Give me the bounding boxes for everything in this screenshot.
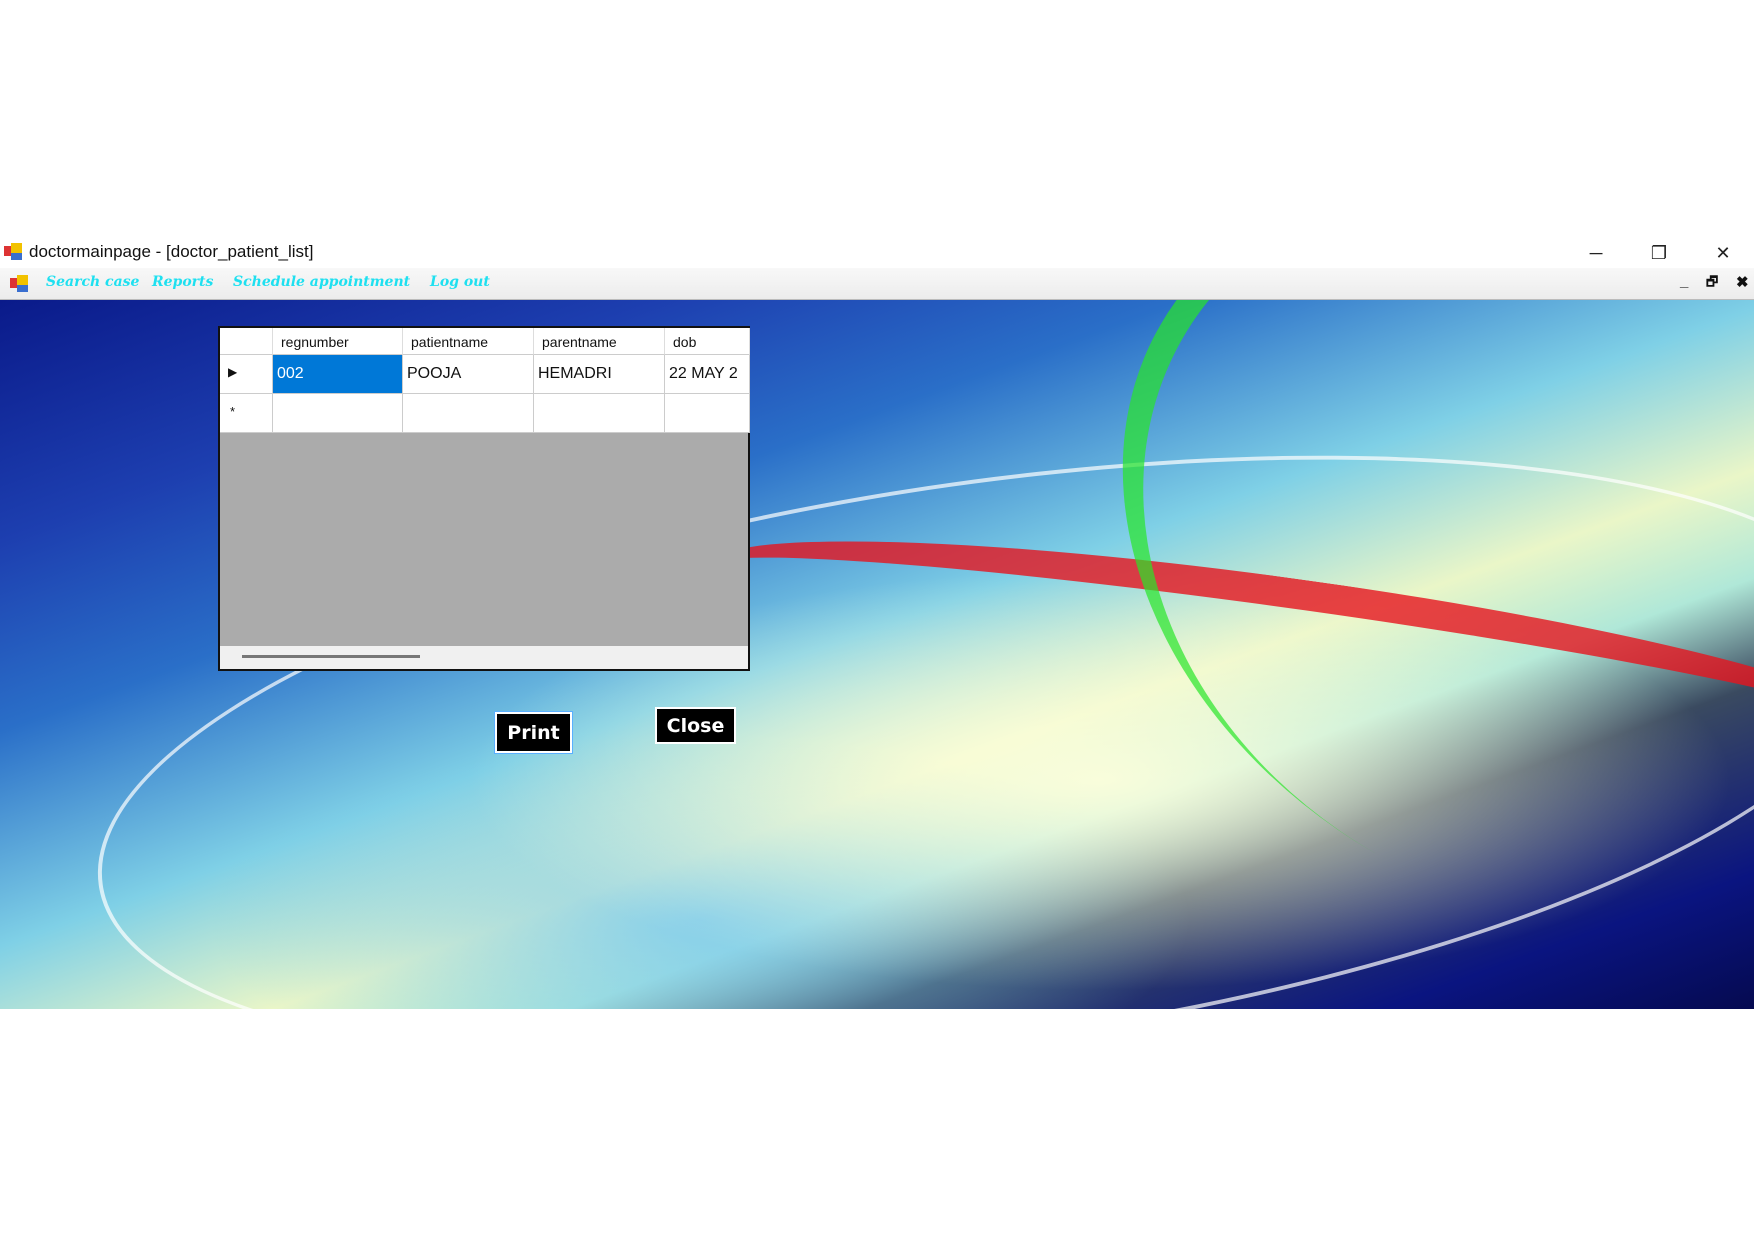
- menu-reports[interactable]: Reports: [152, 274, 213, 290]
- window-title: doctormainpage - [doctor_patient_list]: [29, 242, 314, 261]
- column-header-patientname[interactable]: patientname: [403, 328, 534, 355]
- minimize-icon[interactable]: ─: [1571, 238, 1621, 268]
- scrollbar-thumb[interactable]: [242, 655, 420, 658]
- new-row-cell[interactable]: [273, 394, 403, 433]
- column-header-dob[interactable]: dob: [665, 328, 750, 355]
- restore-icon[interactable]: ❐: [1634, 238, 1684, 268]
- app-icon: [4, 243, 22, 261]
- mdi-close-icon[interactable]: ✖: [1736, 273, 1749, 291]
- patient-grid[interactable]: regnumber patientname parentname dob ▶ 0…: [218, 326, 750, 671]
- current-row-icon[interactable]: ▶: [220, 355, 273, 394]
- close-button[interactable]: Close: [655, 707, 736, 744]
- column-header-regnumber[interactable]: regnumber: [273, 328, 403, 355]
- new-row-cell[interactable]: [403, 394, 534, 433]
- new-row-cell[interactable]: [665, 394, 750, 433]
- mdi-minimize-icon[interactable]: _: [1680, 273, 1688, 290]
- cell-regnumber[interactable]: 002: [273, 355, 403, 394]
- menu-search-case[interactable]: Search case: [46, 274, 139, 290]
- cell-dob[interactable]: 22 MAY 2: [665, 355, 750, 394]
- row-header-corner: [220, 328, 273, 355]
- cell-patientname[interactable]: POOJA: [403, 355, 534, 394]
- new-row-icon[interactable]: *: [220, 394, 273, 433]
- mdi-restore-icon[interactable]: 🗗: [1706, 273, 1718, 295]
- menu-bar: Search case Reports Schedule appointment…: [0, 268, 1754, 300]
- new-row-cell[interactable]: [534, 394, 665, 433]
- cell-parentname[interactable]: HEMADRI: [534, 355, 665, 394]
- column-header-parentname[interactable]: parentname: [534, 328, 665, 355]
- menu-schedule-appointment[interactable]: Schedule appointment: [233, 274, 410, 290]
- horizontal-scrollbar[interactable]: [220, 646, 748, 669]
- title-bar: doctormainpage - [doctor_patient_list] ─…: [0, 238, 1754, 268]
- menu-log-out[interactable]: Log out: [430, 274, 490, 290]
- mdi-child-icon: [10, 275, 28, 293]
- close-icon[interactable]: ✕: [1698, 238, 1748, 268]
- print-button[interactable]: Print: [494, 711, 573, 754]
